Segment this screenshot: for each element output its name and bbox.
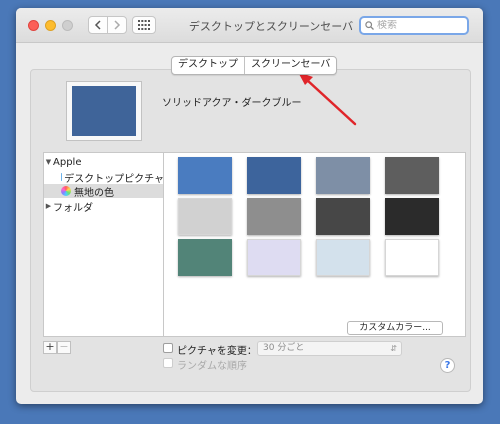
chevron-left-icon [94, 20, 101, 30]
window-title: デスクトップとスクリーンセーバ [188, 20, 354, 33]
search-field[interactable] [359, 16, 469, 35]
source-list: ▼ Apple デスクトップピクチャ 無地の色 ▶ フォルダ [43, 152, 163, 337]
color-swatch[interactable] [385, 157, 439, 194]
preview-color [72, 86, 136, 136]
custom-color-button[interactable]: カスタムカラー... [347, 321, 443, 335]
color-wheel-icon [61, 186, 71, 196]
color-swatch[interactable] [178, 198, 232, 235]
title-bar: デスクトップとスクリーンセーバ [16, 8, 483, 43]
sidebar-item-label: フォルダ [53, 202, 93, 214]
help-button[interactable]: ? [440, 358, 455, 373]
desktop-preview [66, 81, 142, 141]
color-swatch[interactable] [178, 157, 232, 194]
color-swatch[interactable] [385, 198, 439, 235]
sidebar-item-folders[interactable]: ▶ フォルダ [44, 199, 163, 214]
forward-button[interactable] [107, 16, 127, 34]
search-icon [365, 21, 374, 30]
selected-color-name: ソリッドアクア・ダークブルー [162, 98, 302, 109]
zoom-button[interactable] [62, 20, 73, 31]
color-swatch[interactable] [247, 157, 301, 194]
add-button[interactable]: + [43, 341, 57, 354]
sidebar-item-desktop-pictures[interactable]: デスクトップピクチャ [44, 170, 163, 185]
close-button[interactable] [28, 20, 39, 31]
color-grid [163, 152, 466, 337]
random-order-label: ランダムな順序 [177, 361, 247, 372]
change-picture-label: ピクチャを変更： [177, 346, 257, 357]
disclosure-open-icon[interactable]: ▼ [44, 158, 53, 166]
tab-desktop[interactable]: デスクトップ [172, 57, 244, 74]
color-swatch[interactable] [385, 239, 439, 276]
color-swatch[interactable] [316, 157, 370, 194]
color-swatch[interactable] [316, 239, 370, 276]
grid-icon [138, 20, 150, 30]
color-swatch[interactable] [178, 239, 232, 276]
chevron-right-icon [114, 20, 121, 30]
sidebar-item-label: Apple [53, 156, 82, 168]
tab-bar: デスクトップ スクリーンセーバ [171, 56, 338, 75]
updown-chevron-icon: ⇵ [390, 344, 397, 353]
back-button[interactable] [88, 16, 108, 34]
sidebar-item-label: デスクトップピクチャ [64, 173, 163, 185]
change-picture-checkbox[interactable] [163, 343, 173, 353]
search-input[interactable] [377, 20, 462, 31]
interval-value: 30 分ごと [263, 343, 305, 353]
preferences-window: デスクトップとスクリーンセーバ デスクトップ スクリーンセーバ ソリッドアクア・… [16, 8, 483, 404]
show-all-button[interactable] [132, 16, 156, 34]
sidebar-item-apple[interactable]: ▼ Apple [44, 155, 163, 169]
remove-button[interactable]: − [57, 341, 71, 354]
color-swatch[interactable] [316, 198, 370, 235]
color-swatch[interactable] [247, 198, 301, 235]
random-order-checkbox[interactable] [163, 358, 173, 368]
tab-screensaver[interactable]: スクリーンセーバ [244, 57, 336, 74]
minimize-button[interactable] [45, 20, 56, 31]
disclosure-closed-icon[interactable]: ▶ [44, 202, 53, 210]
sidebar-item-label: 無地の色 [74, 187, 114, 199]
color-swatch[interactable] [247, 239, 301, 276]
sidebar-item-solid-colors[interactable]: 無地の色 [44, 184, 163, 199]
interval-select[interactable]: 30 分ごと ⇵ [257, 341, 402, 356]
